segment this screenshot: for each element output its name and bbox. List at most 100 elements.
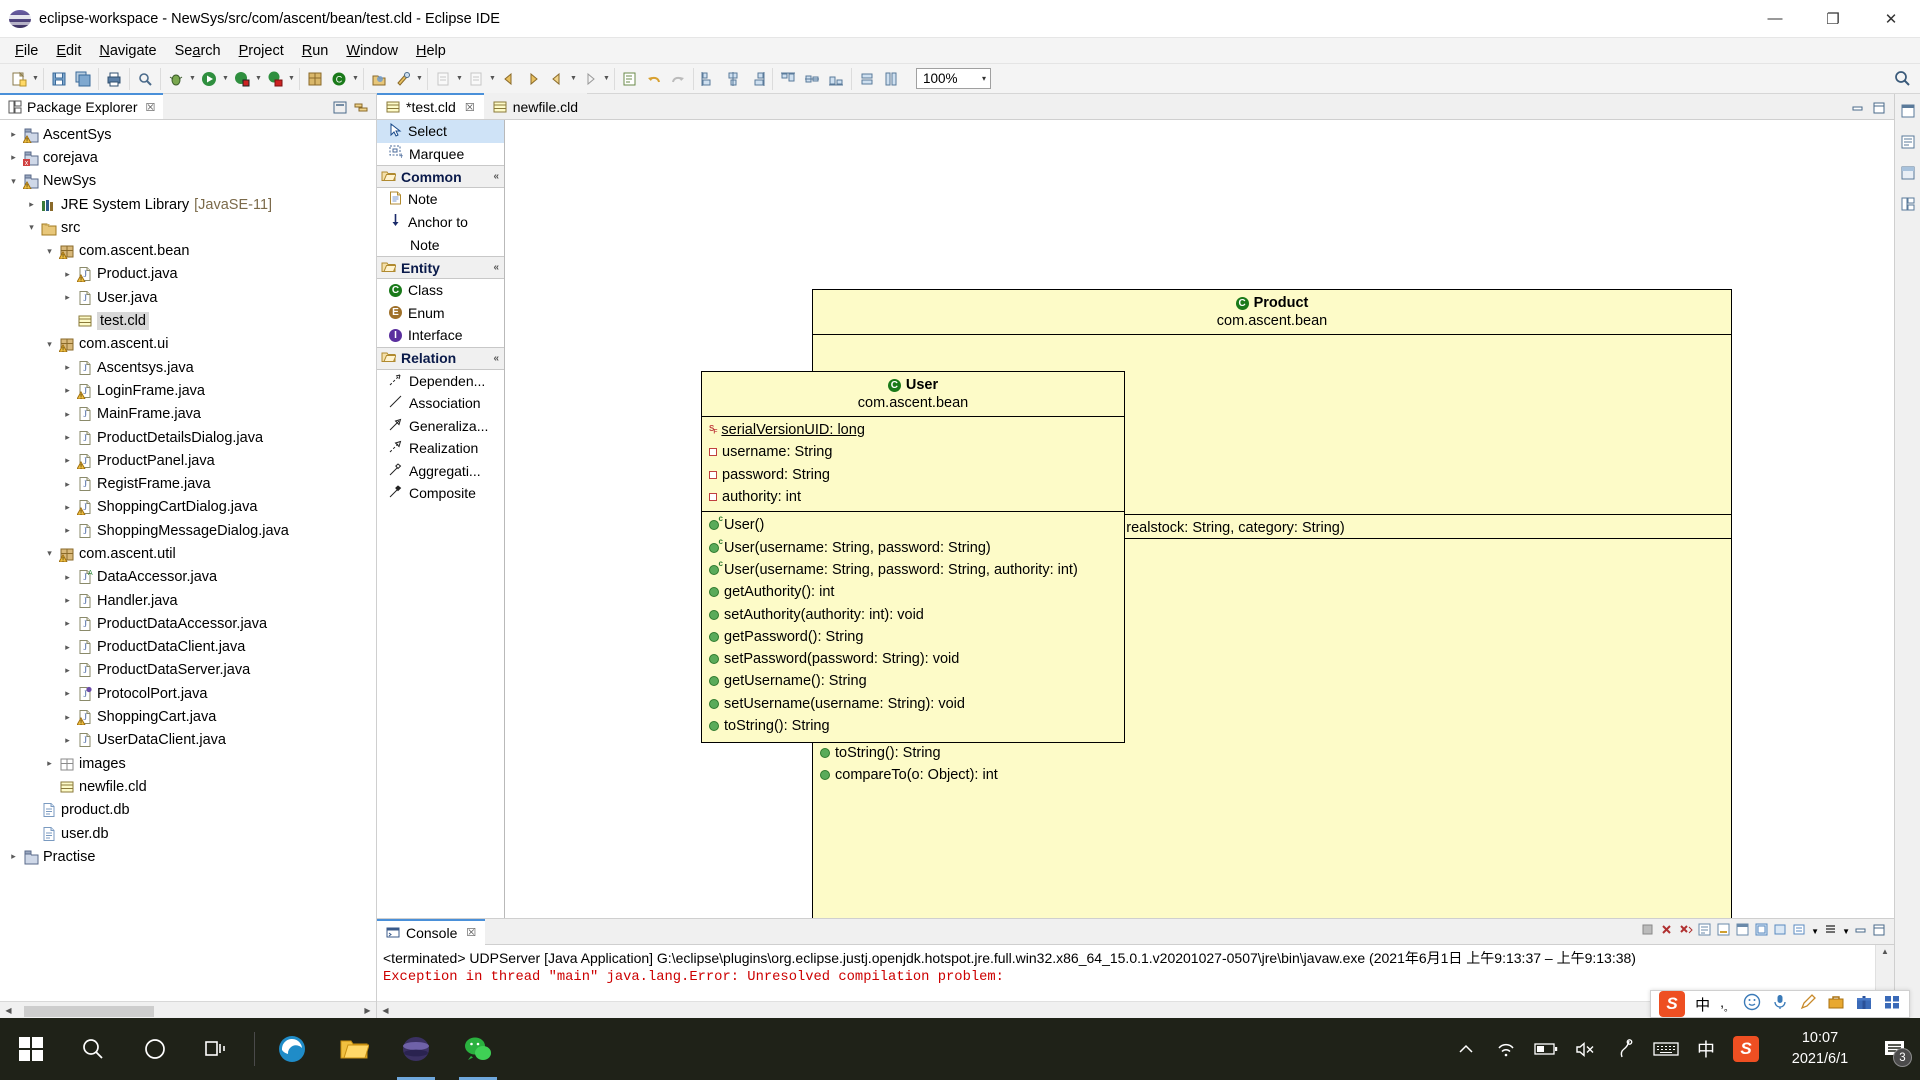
new-class-caret[interactable]: ▼: [351, 68, 360, 90]
scroll-left-icon[interactable]: ◀: [0, 1006, 17, 1015]
forward-icon[interactable]: [522, 68, 544, 90]
tree-item-registframe-java[interactable]: ▸ J RegistFrame.java: [0, 472, 376, 495]
close-icon[interactable]: ☒: [465, 101, 475, 114]
toolbox-icon[interactable]: [1827, 993, 1845, 1015]
palette-item-aggregation[interactable]: Aggregati...: [377, 460, 504, 483]
uml-field-row[interactable]: SF serialVersionUID: long: [702, 419, 1124, 441]
chevron-right-icon[interactable]: ▸: [6, 851, 21, 862]
save-all-icon[interactable]: [72, 68, 94, 90]
uml-method-row[interactable]: setAuthority(authority: int): void: [702, 603, 1124, 625]
ime-mode-cn[interactable]: 中: [1695, 994, 1710, 1015]
redo-icon[interactable]: [667, 68, 689, 90]
chevron-right-icon[interactable]: ▸: [60, 455, 75, 466]
palette-item-association[interactable]: Association: [377, 392, 504, 415]
new-java-project-icon[interactable]: [304, 68, 326, 90]
align-bottom-icon[interactable]: [825, 68, 847, 90]
tree-item-productdataserver-java[interactable]: ▸ J ProductDataServer.java: [0, 659, 376, 682]
next-annotation-icon[interactable]: [432, 68, 454, 90]
palette-group-relation[interactable]: Relation «: [377, 346, 504, 370]
chevron-right-icon[interactable]: ▸: [60, 269, 75, 280]
maximize-icon[interactable]: [1872, 101, 1886, 119]
undo-icon[interactable]: [643, 68, 665, 90]
uml-method-row[interactable]: setPassword(password: String): void: [702, 648, 1124, 670]
palette-item-note[interactable]: Note: [377, 188, 504, 211]
package-explorer-rail-icon[interactable]: [1897, 193, 1918, 214]
palette-item-dependency[interactable]: Dependen...: [377, 370, 504, 393]
run-config-icon[interactable]: [264, 68, 286, 90]
chevron-down-icon[interactable]: ▾: [6, 176, 21, 187]
scroll-lock-icon[interactable]: [1716, 922, 1731, 941]
tree-item-shoppingmessagedialog-java[interactable]: ▸ J ShoppingMessageDialog.java: [0, 519, 376, 542]
chevron-right-icon[interactable]: ▸: [60, 432, 75, 443]
prev-edit-caret[interactable]: ▼: [569, 68, 578, 90]
chevron-down-icon[interactable]: ▼: [1811, 927, 1819, 936]
tree-item-corejava[interactable]: ▸ x corejava: [0, 146, 376, 169]
chevron-right-icon[interactable]: ▸: [60, 642, 75, 653]
open-console-icon[interactable]: [1792, 922, 1807, 941]
quick-fix-caret[interactable]: ▼: [415, 68, 424, 90]
next-annotation-caret[interactable]: ▼: [455, 68, 464, 90]
palette-group-entity[interactable]: Entity «: [377, 256, 504, 279]
run-external-caret[interactable]: ▼: [254, 68, 263, 90]
tree-item-com-ascent-ui[interactable]: ▾! com.ascent.ui: [0, 333, 376, 356]
tree-item-ascentsys-java[interactable]: ▸ J Ascentsys.java: [0, 356, 376, 379]
next-edit-icon[interactable]: [579, 68, 601, 90]
tree-item-productpanel-java[interactable]: ▸ J! ProductPanel.java: [0, 449, 376, 472]
terminate-all-icon[interactable]: [1640, 922, 1655, 941]
close-icon[interactable]: ☒: [146, 101, 156, 114]
collapse-icon[interactable]: «: [493, 171, 499, 182]
new-icon[interactable]: [8, 68, 30, 90]
palette-item-composite[interactable]: Composite: [377, 482, 504, 505]
tree-item-productdetailsdialog-java[interactable]: ▸ J ProductDetailsDialog.java: [0, 426, 376, 449]
prev-edit-icon[interactable]: [546, 68, 568, 90]
collapse-icon[interactable]: «: [493, 353, 499, 364]
chevron-right-icon[interactable]: ▸: [60, 362, 75, 373]
restore-view-icon[interactable]: [1897, 100, 1918, 121]
palette-item-anchor-to-note-line2[interactable]: Note: [377, 233, 504, 256]
uml-method-row[interactable]: getUsername(): String: [702, 670, 1124, 692]
palette-tool-marquee[interactable]: + Marquee: [377, 143, 504, 166]
task-view-icon[interactable]: [186, 1018, 248, 1080]
tree-item-jre-system-library[interactable]: ▸ JRE System Library [JavaSE-11]: [0, 193, 376, 216]
tree-item-ascentsys[interactable]: ▸! AscentSys: [0, 123, 376, 146]
new-class-icon[interactable]: C: [328, 68, 350, 90]
tree-item-userdataclient-java[interactable]: ▸ J UserDataClient.java: [0, 729, 376, 752]
chevron-right-icon[interactable]: ▸: [60, 735, 75, 746]
scroll-left-icon[interactable]: ◀: [377, 1006, 394, 1015]
battery-icon[interactable]: [1526, 1018, 1566, 1080]
next-edit-caret[interactable]: ▼: [602, 68, 611, 90]
tree-item-loginframe-java[interactable]: ▸ J! LoginFrame.java: [0, 379, 376, 402]
menu-run[interactable]: Run: [293, 40, 338, 62]
debug-icon[interactable]: [165, 68, 187, 90]
chevron-right-icon[interactable]: ▸: [60, 502, 75, 513]
tree-item-productdataaccessor-java[interactable]: ▸ J ProductDataAccessor.java: [0, 612, 376, 635]
properties-view-icon[interactable]: [1897, 162, 1918, 183]
maximize-icon[interactable]: [1872, 923, 1886, 941]
mic-icon[interactable]: [1771, 993, 1789, 1015]
chevron-right-icon[interactable]: ▸: [6, 152, 21, 163]
explorer-icon[interactable]: [323, 1018, 385, 1080]
align-right-icon[interactable]: [746, 68, 768, 90]
tree-item-newfile-cld[interactable]: newfile.cld: [0, 775, 376, 798]
tree-item-images[interactable]: ▸ images: [0, 752, 376, 775]
chevron-right-icon[interactable]: ▸: [24, 199, 39, 210]
chevron-right-icon[interactable]: ▸: [60, 525, 75, 536]
palette-item-realization[interactable]: Realization: [377, 437, 504, 460]
search-icon[interactable]: [62, 1018, 124, 1080]
tree-item-newsys[interactable]: ▾! NewSys: [0, 170, 376, 193]
eclipse-icon[interactable]: [385, 1018, 447, 1080]
hscroll-track[interactable]: [17, 1003, 359, 1017]
tab-console[interactable]: Console ☒: [377, 918, 486, 945]
pin-console-icon[interactable]: [1754, 922, 1769, 941]
keyboard-icon[interactable]: [1646, 1018, 1686, 1080]
palette-tool-select[interactable]: Select: [377, 120, 504, 143]
chevron-up-icon[interactable]: [1446, 1018, 1486, 1080]
windows-start-icon[interactable]: [0, 1018, 62, 1080]
tree-item-src[interactable]: ▾ src: [0, 216, 376, 239]
menu-edit[interactable]: Edit: [47, 40, 90, 62]
uml-method-row[interactable]: compareTo(o: Object): int: [813, 764, 1731, 786]
search-icon[interactable]: [1891, 68, 1913, 90]
edge-icon[interactable]: [261, 1018, 323, 1080]
prev-annotation-caret[interactable]: ▼: [488, 68, 497, 90]
menu-project[interactable]: Project: [230, 40, 293, 62]
